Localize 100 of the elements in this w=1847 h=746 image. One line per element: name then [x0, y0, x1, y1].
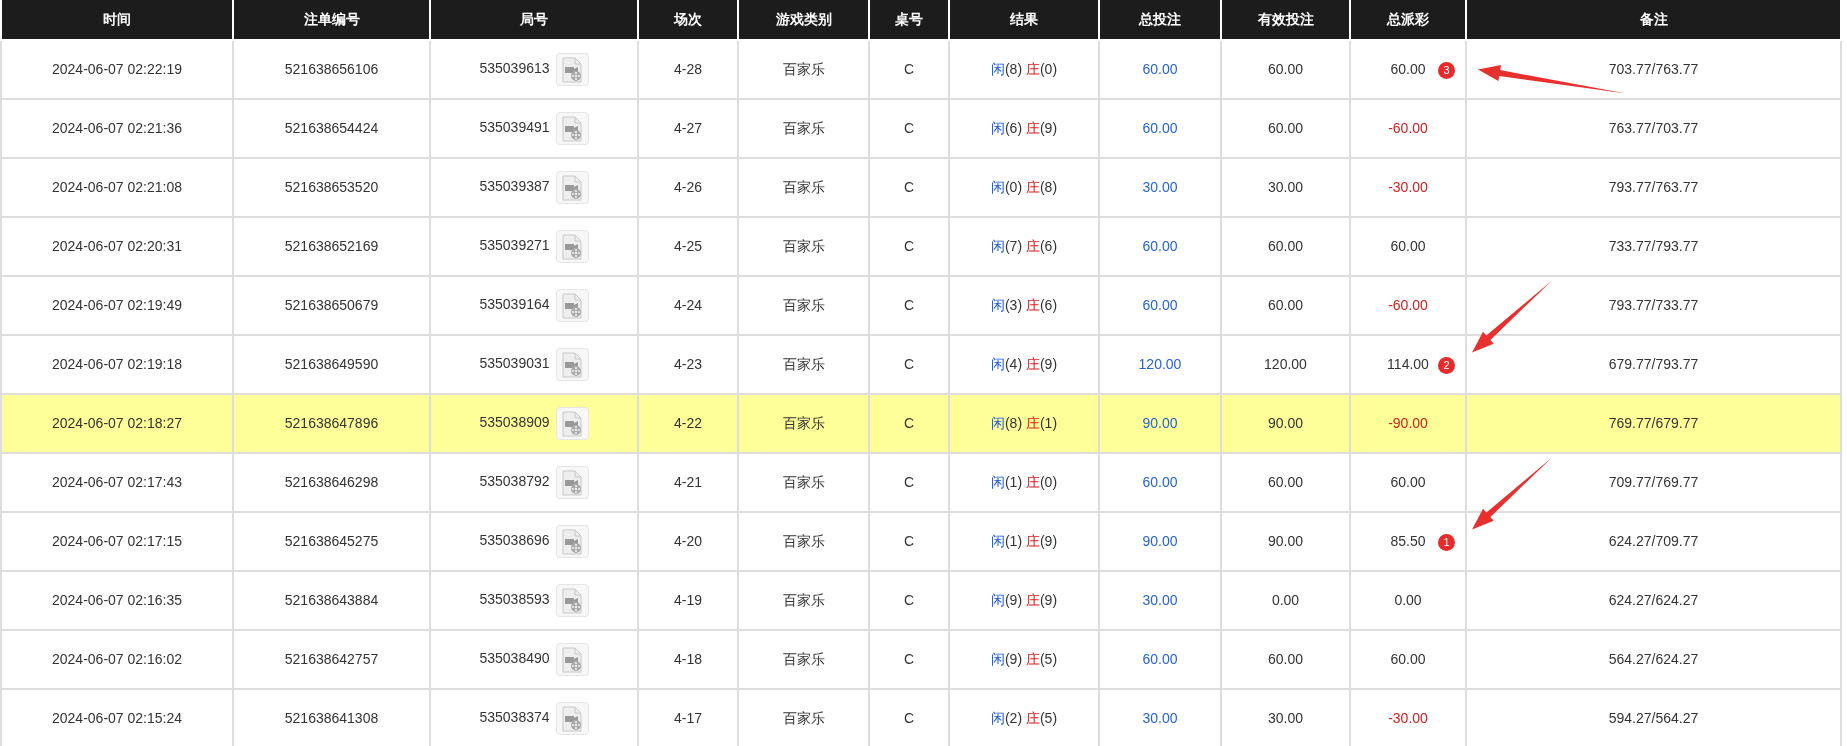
- desk-text: C: [903, 120, 915, 136]
- film-icon: [560, 115, 585, 142]
- result-text: 闲(2) 庄(5): [990, 709, 1058, 728]
- time-text: 2024-06-07 02:16:02: [52, 651, 182, 667]
- game-type-text: 百家乐: [782, 651, 825, 667]
- column-header: 备注: [1466, 0, 1841, 40]
- match-text: 4-25: [674, 238, 702, 254]
- column-header: 时间: [1, 0, 233, 40]
- valid-bet-text: 60.00: [1267, 120, 1303, 136]
- game-type-text: 百家乐: [782, 179, 825, 195]
- film-icon: [560, 56, 585, 83]
- desk-text: C: [903, 61, 915, 77]
- round-id-text: 535038593: [479, 591, 550, 608]
- round-id-text: 535039164: [479, 296, 550, 313]
- time-text: 2024-06-07 02:22:19: [52, 61, 182, 77]
- film-icon: [560, 174, 585, 201]
- number-badge: 3: [1438, 61, 1455, 79]
- video-button[interactable]: [555, 407, 589, 440]
- video-button[interactable]: [555, 171, 589, 204]
- balance-note-text: 793.77/763.77: [1608, 179, 1699, 195]
- bet-id-text: 521638646298: [284, 474, 379, 490]
- video-button[interactable]: [555, 112, 589, 145]
- time-text: 2024-06-07 02:16:35: [52, 592, 182, 608]
- match-text: 4-24: [674, 297, 702, 313]
- round-id-text: 535038909: [479, 414, 550, 431]
- valid-bet-text: 60.00: [1267, 474, 1303, 490]
- column-header: 局号: [430, 0, 638, 40]
- total-bet-text: 120.00: [1138, 356, 1182, 372]
- valid-bet-text: 120.00: [1264, 356, 1307, 372]
- result-text: 闲(1) 庄(9): [990, 532, 1058, 551]
- desk-text: C: [903, 415, 915, 431]
- result-text: 闲(9) 庄(5): [990, 650, 1058, 669]
- video-button[interactable]: [555, 53, 589, 86]
- payout-text: -30.00: [1388, 179, 1428, 195]
- payout-text: 60.00: [1390, 651, 1426, 667]
- total-bet-text: 90.00: [1142, 533, 1178, 549]
- desk-text: C: [903, 474, 915, 490]
- valid-bet-text: 30.00: [1267, 179, 1303, 195]
- desk-text: C: [903, 238, 915, 254]
- video-button[interactable]: [555, 643, 589, 676]
- valid-bet-text: 30.00: [1267, 710, 1303, 726]
- total-bet-text: 60.00: [1142, 474, 1178, 490]
- valid-bet-text: 60.00: [1267, 651, 1303, 667]
- balance-note-text: 624.27/624.27: [1608, 592, 1699, 608]
- balance-note-text: 769.77/679.77: [1608, 415, 1699, 431]
- round-id-text: 535039031: [479, 355, 550, 372]
- total-bet-text: 60.00: [1142, 238, 1178, 254]
- film-icon: [560, 233, 585, 260]
- round-id-text: 535039491: [479, 119, 550, 136]
- balance-note-text: 624.27/709.77: [1608, 533, 1699, 549]
- bet-id-text: 521638654424: [284, 120, 379, 136]
- game-type-text: 百家乐: [782, 533, 825, 549]
- balance-note-text: 594.27/564.27: [1608, 710, 1699, 726]
- result-text: 闲(8) 庄(1): [990, 414, 1058, 433]
- video-button[interactable]: [555, 348, 589, 381]
- bet-id-text: 521638649590: [284, 356, 379, 372]
- payout-text: -60.00: [1388, 297, 1428, 313]
- match-text: 4-18: [674, 651, 702, 667]
- column-header: 总派彩: [1350, 0, 1466, 40]
- game-type-text: 百家乐: [782, 592, 825, 608]
- film-icon: [560, 528, 585, 555]
- bet-id-text: 521638645275: [284, 533, 379, 549]
- match-text: 4-19: [674, 592, 702, 608]
- balance-note-text: 763.77/703.77: [1608, 120, 1699, 136]
- video-button[interactable]: [555, 466, 589, 499]
- column-header: 游戏类别: [738, 0, 869, 40]
- time-text: 2024-06-07 02:18:27: [52, 415, 182, 431]
- balance-note-text: 564.27/624.27: [1608, 651, 1699, 667]
- number-badge: 1: [1438, 533, 1455, 551]
- valid-bet-text: 0.00: [1271, 592, 1300, 608]
- film-icon: [560, 469, 585, 496]
- match-text: 4-26: [674, 179, 702, 195]
- desk-text: C: [903, 356, 915, 372]
- video-button[interactable]: [555, 289, 589, 322]
- balance-note-text: 733.77/793.77: [1608, 238, 1699, 254]
- total-bet-text: 30.00: [1142, 592, 1178, 608]
- video-button[interactable]: [555, 230, 589, 263]
- payout-text: 60.00: [1390, 61, 1426, 77]
- round-id-text: 535039387: [479, 178, 550, 195]
- video-button[interactable]: [555, 702, 589, 735]
- time-text: 2024-06-07 02:21:08: [52, 179, 182, 195]
- valid-bet-text: 60.00: [1267, 297, 1303, 313]
- total-bet-text: 60.00: [1142, 297, 1178, 313]
- bet-id-text: 521638642757: [284, 651, 379, 667]
- balance-note-text: 793.77/733.77: [1608, 297, 1699, 313]
- bet-id-text: 521638653520: [284, 179, 379, 195]
- time-text: 2024-06-07 02:19:49: [52, 297, 182, 313]
- bet-id-text: 521638652169: [284, 238, 379, 254]
- result-text: 闲(3) 庄(6): [990, 296, 1058, 315]
- valid-bet-text: 90.00: [1267, 533, 1303, 549]
- match-text: 4-27: [674, 120, 702, 136]
- film-icon: [560, 351, 585, 378]
- result-text: 闲(0) 庄(8): [990, 178, 1058, 197]
- number-badge: 2: [1438, 356, 1455, 374]
- video-button[interactable]: [555, 525, 589, 558]
- round-id-text: 535038792: [479, 473, 550, 490]
- desk-text: C: [903, 533, 915, 549]
- game-type-text: 百家乐: [782, 415, 825, 431]
- video-button[interactable]: [555, 584, 589, 617]
- desk-text: C: [903, 710, 915, 726]
